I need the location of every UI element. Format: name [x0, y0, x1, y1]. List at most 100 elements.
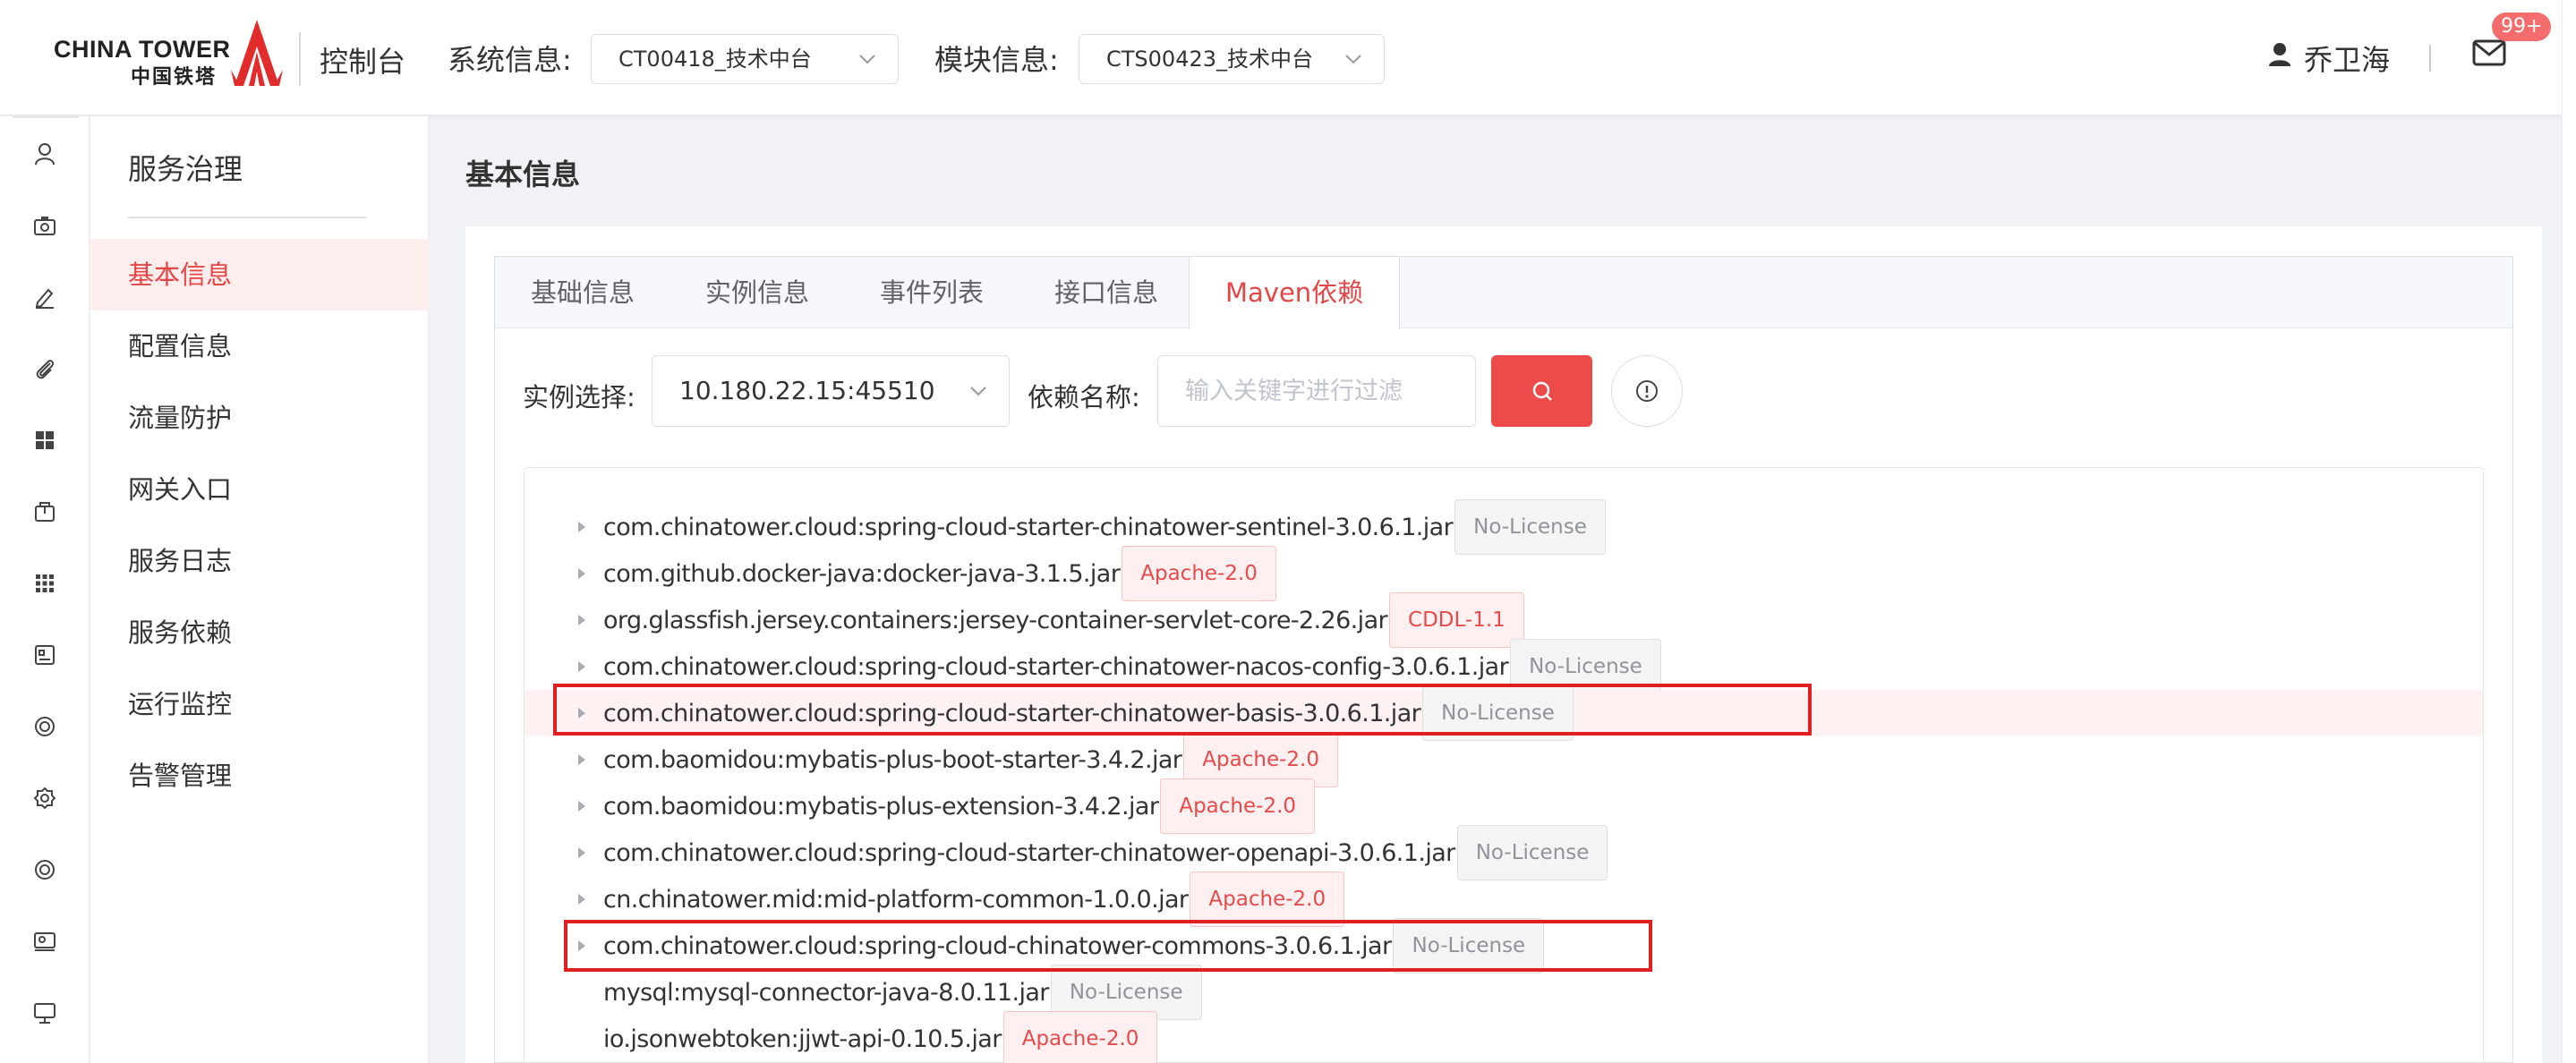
- dependency-name: com.baomidou:mybatis-plus-boot-starter-3…: [603, 745, 1182, 774]
- instance-select[interactable]: 10.180.22.15:45510: [652, 355, 1010, 427]
- dependency-row[interactable]: com.chinatower.cloud:spring-cloud-starte…: [525, 499, 2483, 555]
- system-select[interactable]: CT00418_技术中台: [591, 34, 899, 84]
- chevron-down-icon: [970, 387, 986, 396]
- license-tag: Apache-2.0: [1002, 1011, 1158, 1063]
- tab-basic-info[interactable]: 基础信息: [531, 257, 635, 328]
- china-tower-logo[interactable]: CHINA TOWER 中国铁塔: [52, 18, 285, 89]
- license-tag: No-License: [1422, 685, 1574, 741]
- nav-item-config-info[interactable]: 配置信息: [90, 310, 429, 382]
- apps-icon[interactable]: [32, 571, 57, 596]
- info-icon: [1636, 380, 1658, 402]
- nav-item-gateway-entry[interactable]: 网关入口: [90, 454, 429, 525]
- camera-icon[interactable]: [32, 213, 57, 238]
- tab-interface-info[interactable]: 接口信息: [1054, 257, 1158, 328]
- settings-icon[interactable]: [32, 786, 57, 811]
- dependency-row[interactable]: com.chinatower.cloud:spring-cloud-starte…: [525, 825, 2483, 880]
- module-select-value: CTS00423_技术中台: [1106, 47, 1313, 72]
- nav-item-alert-management[interactable]: 告警管理: [90, 740, 429, 812]
- expand-caret-icon[interactable]: [578, 940, 585, 951]
- dependency-name: com.baomidou:mybatis-plus-extension-3.4.…: [603, 792, 1159, 821]
- nav-item-runtime-monitor[interactable]: 运行监控: [90, 668, 429, 740]
- expand-caret-icon[interactable]: [578, 847, 585, 858]
- console-title: 控制台: [320, 45, 406, 79]
- nav-title: 服务治理: [128, 152, 243, 186]
- dependency-row-content: com.baomidou:mybatis-plus-boot-starter-3…: [603, 732, 1338, 787]
- chevron-down-icon: [859, 55, 875, 64]
- user-avatar-icon: [2269, 43, 2290, 66]
- dependency-name: com.chinatower.cloud:spring-cloud-starte…: [603, 652, 1509, 681]
- expand-caret-icon[interactable]: [578, 708, 585, 719]
- license-tag: No-License: [1456, 825, 1608, 880]
- dependency-row-content: com.chinatower.cloud:spring-cloud-starte…: [603, 639, 1661, 694]
- tower-logo-icon: [231, 20, 283, 86]
- dependency-row[interactable]: mysql:mysql-connector-java-8.0.11.jar No…: [525, 965, 2483, 1020]
- dependency-name: com.chinatower.cloud:spring-cloud-starte…: [603, 699, 1421, 727]
- dependency-row[interactable]: com.chinatower.cloud:spring-cloud-chinat…: [525, 918, 2483, 974]
- monitor-icon[interactable]: [32, 1000, 57, 1025]
- logo-text-cn: 中国铁塔: [131, 66, 218, 89]
- chevron-down-icon: [1345, 55, 1361, 64]
- mail-icon[interactable]: [2472, 39, 2506, 66]
- nav-item-basic-info[interactable]: 基本信息: [90, 239, 429, 310]
- license-tag: No-License: [1454, 499, 1606, 555]
- expand-caret-icon[interactable]: [578, 661, 585, 672]
- expand-caret-icon[interactable]: [578, 615, 585, 625]
- dependency-row[interactable]: org.glassfish.jersey.containers:jersey-c…: [525, 592, 2483, 648]
- user-icon[interactable]: [32, 141, 57, 166]
- system-info-label: 系统信息:: [448, 43, 572, 77]
- photo-icon[interactable]: [32, 929, 57, 954]
- info-button[interactable]: [1611, 355, 1683, 427]
- dependency-filter-input[interactable]: [1157, 355, 1476, 427]
- page-title: 基本信息: [465, 157, 581, 191]
- dependency-row-content: com.chinatower.cloud:spring-cloud-chinat…: [603, 918, 1545, 974]
- expand-caret-icon[interactable]: [578, 754, 585, 765]
- expand-caret-icon[interactable]: [578, 522, 585, 532]
- search-icon: [1532, 381, 1552, 401]
- tab-maven-dependency[interactable]: Maven依赖: [1189, 257, 1401, 329]
- rail-divider: [13, 116, 79, 118]
- dependency-row-content: com.github.docker-java:docker-java-3.1.5…: [603, 546, 1276, 601]
- dependency-name: com.chinatower.cloud:spring-cloud-starte…: [603, 513, 1454, 541]
- dependency-row-content: com.chinatower.cloud:spring-cloud-starte…: [603, 685, 1574, 741]
- page-scrollbar[interactable]: [2562, 0, 2576, 1063]
- tab-instance-info[interactable]: 实例信息: [705, 257, 809, 328]
- service-governance-nav: 服务治理 基本信息 配置信息 流量防护 网关入口 服务日志 服务依赖 运行监控 …: [90, 116, 429, 1063]
- dependency-name: mysql:mysql-connector-java-8.0.11.jar: [603, 978, 1049, 1007]
- dependency-row-content: io.jsonwebtoken:jjwt-api-0.10.5.jar Apac…: [603, 1011, 1158, 1063]
- dependency-name: io.jsonwebtoken:jjwt-api-0.10.5.jar: [603, 1025, 1002, 1053]
- dependency-row[interactable]: com.chinatower.cloud:spring-cloud-starte…: [525, 639, 2483, 694]
- dependency-row[interactable]: cn.chinatower.mid:mid-platform-common-1.…: [525, 872, 2483, 927]
- nav-item-service-dependency[interactable]: 服务依赖: [90, 597, 429, 668]
- dependency-row[interactable]: com.github.docker-java:docker-java-3.1.5…: [525, 546, 2483, 601]
- license-tag: CDDL-1.1: [1389, 592, 1524, 648]
- dependency-row[interactable]: com.baomidou:mybatis-plus-extension-3.4.…: [525, 778, 2483, 834]
- dependency-row-highlighted[interactable]: com.chinatower.cloud:spring-cloud-starte…: [525, 685, 2483, 741]
- id-card-icon[interactable]: [32, 642, 57, 668]
- nav-item-traffic-protection[interactable]: 流量防护: [90, 382, 429, 454]
- expand-caret-icon[interactable]: [578, 801, 585, 812]
- dependency-tree: com.chinatower.cloud:spring-cloud-starte…: [524, 467, 2484, 1063]
- grid-icon[interactable]: [32, 428, 57, 453]
- instance-select-label: 实例选择:: [523, 382, 635, 412]
- lifebuoy-icon[interactable]: [32, 857, 57, 882]
- dependency-name: org.glassfish.jersey.containers:jersey-c…: [603, 606, 1388, 634]
- search-button[interactable]: [1491, 355, 1592, 427]
- module-select[interactable]: CTS00423_技术中台: [1079, 34, 1385, 84]
- dependency-row-content: mysql:mysql-connector-java-8.0.11.jar No…: [603, 965, 1202, 1020]
- user-name[interactable]: 乔卫海: [2304, 38, 2390, 79]
- dependency-row[interactable]: com.baomidou:mybatis-plus-boot-starter-3…: [525, 732, 2483, 787]
- package-icon[interactable]: [32, 499, 57, 524]
- dependency-name: com.chinatower.cloud:spring-cloud-chinat…: [603, 931, 1392, 960]
- lifebuoy-icon[interactable]: [32, 714, 57, 739]
- tab-event-list[interactable]: 事件列表: [880, 257, 984, 328]
- dependency-row[interactable]: io.jsonwebtoken:jjwt-api-0.10.5.jar Apac…: [525, 1011, 2483, 1063]
- dependency-row-content: cn.chinatower.mid:mid-platform-common-1.…: [603, 872, 1345, 927]
- expand-caret-icon[interactable]: [578, 568, 585, 579]
- dependency-name: com.github.docker-java:docker-java-3.1.5…: [603, 559, 1121, 588]
- edit-icon[interactable]: [32, 285, 57, 310]
- paperclip-icon[interactable]: [32, 356, 57, 381]
- nav-item-service-logs[interactable]: 服务日志: [90, 525, 429, 597]
- dependency-name: cn.chinatower.mid:mid-platform-common-1.…: [603, 885, 1189, 914]
- expand-caret-icon[interactable]: [578, 894, 585, 905]
- dependency-row-content: com.chinatower.cloud:spring-cloud-starte…: [603, 499, 1606, 555]
